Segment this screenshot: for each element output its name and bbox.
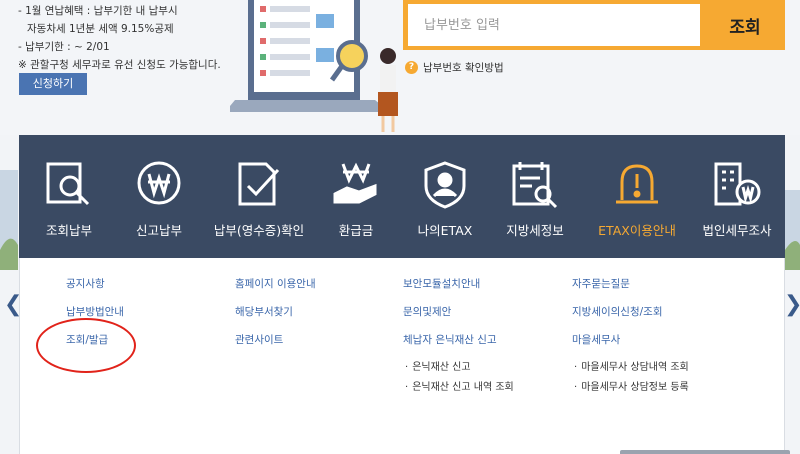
nav-label: 지방세정보 <box>506 223 564 238</box>
menu-link-inquiry-suggest[interactable]: 문의및제안 <box>403 302 514 330</box>
highlight-circle <box>36 318 136 373</box>
nav-item-report-payment[interactable]: 신고납부 <box>114 135 204 258</box>
menu-column: 자주묻는질문 지방세이의신청/조회 마을세무사 마을세무사 상담내역 조회 마을… <box>572 274 689 398</box>
building-won-icon <box>714 162 761 206</box>
nav-item-corporate-audit[interactable]: 법인세무조사 <box>689 135 785 258</box>
payment-number-help[interactable]: ? 납부번호 확인방법 <box>405 60 504 75</box>
info-line: ※ 관할구청 세무과로 유선 신청도 가능합니다. <box>18 59 221 71</box>
calendar-search-icon <box>512 162 558 209</box>
receipt-check-icon <box>238 162 280 206</box>
nav-label: 환급금 <box>338 223 374 238</box>
menu-link-find-department[interactable]: 해당부서찾기 <box>235 302 316 330</box>
submenu-link-hidden-asset[interactable]: 은닉재산 신고 <box>403 358 514 378</box>
nav-item-inquiry-payment[interactable]: 조회납부 <box>24 135 114 258</box>
apply-button[interactable]: 신청하기 <box>19 73 87 95</box>
nav-label: ETAX이용안내 <box>598 223 676 238</box>
help-link-label: 납부번호 확인방법 <box>423 62 504 74</box>
laptop-person-illustration <box>230 0 398 132</box>
menu-column: 보안모듈설치안내 문의및제안 체납자 은닉재산 신고 은닉재산 신고 은닉재산 … <box>403 274 514 398</box>
payment-number-input[interactable] <box>408 4 700 46</box>
nav-label: 신고납부 <box>135 223 182 238</box>
scroll-indicator <box>620 450 790 454</box>
submenu-link-consult-register[interactable]: 마을세무사 상담정보 등록 <box>572 378 689 398</box>
submenu-link-hidden-asset-history[interactable]: 은닉재산 신고 내역 조회 <box>403 378 514 398</box>
nav-label: 나의ETAX <box>417 223 473 238</box>
menu-link-faq[interactable]: 자주묻는질문 <box>572 274 689 302</box>
nav-item-refund[interactable]: 환급금 <box>311 135 401 258</box>
alert-bell-icon <box>616 164 658 204</box>
nav-item-etax-guide[interactable]: ETAX이용안내 <box>587 135 687 258</box>
menu-link-village-tax-agent[interactable]: 마을세무사 <box>572 330 689 358</box>
search-button[interactable]: 조회 <box>705 0 785 50</box>
info-line: - 납부기한 : ~ 2/01 <box>18 41 110 53</box>
prev-arrow-icon[interactable]: ❮ <box>4 292 22 317</box>
menu-link-notice[interactable]: 공지사항 <box>66 274 124 302</box>
menu-column: 홈페이지 이용안내 해당부서찾기 관련사이트 <box>235 274 316 358</box>
payment-number-search: 조회 <box>403 0 785 50</box>
menu-link-hidden-asset-report[interactable]: 체납자 은닉재산 신고 <box>403 330 514 358</box>
won-coin-icon <box>137 161 181 205</box>
menu-link-objection[interactable]: 지방세이의신청/조회 <box>572 302 689 330</box>
menu-link-homepage-guide[interactable]: 홈페이지 이용안내 <box>235 274 316 302</box>
nav-item-local-tax-info[interactable]: 지방세정보 <box>490 135 580 258</box>
menu-link-security-module[interactable]: 보안모듈설치안내 <box>403 274 514 302</box>
info-line: 자동차세 1년분 세액 9.15%공제 <box>27 23 174 35</box>
nav-label: 납부(영수증)확인 <box>213 223 305 238</box>
refund-hand-icon <box>333 162 377 204</box>
nav-item-receipt-check[interactable]: 납부(영수증)확인 <box>209 135 309 258</box>
main-nav: 조회납부 신고납부 납부(영수증)확인 환급금 나의ETAX 지방세정보 ETA… <box>19 135 785 258</box>
magnifier-document-icon <box>46 162 90 206</box>
info-line: - 1월 연납혜택 : 납부기한 내 납부시 <box>18 5 178 17</box>
dropdown-menu: 공지사항 납부방법안내 조회/발급 홈페이지 이용안내 해당부서찾기 관련사이트… <box>19 258 785 454</box>
next-arrow-icon[interactable]: ❯ <box>784 292 800 317</box>
nav-label: 법인세무조사 <box>702 223 772 238</box>
user-shield-icon <box>424 161 466 209</box>
question-icon: ? <box>405 61 418 74</box>
menu-link-related-sites[interactable]: 관련사이트 <box>235 330 316 358</box>
tax-benefit-info: - 1월 연납혜택 : 납부기한 내 납부시 자동차세 1년분 세액 9.15%… <box>18 2 221 74</box>
nav-label: 조회납부 <box>45 223 92 238</box>
nav-item-my-etax[interactable]: 나의ETAX <box>400 135 490 258</box>
submenu-link-consult-history[interactable]: 마을세무사 상담내역 조회 <box>572 358 689 378</box>
